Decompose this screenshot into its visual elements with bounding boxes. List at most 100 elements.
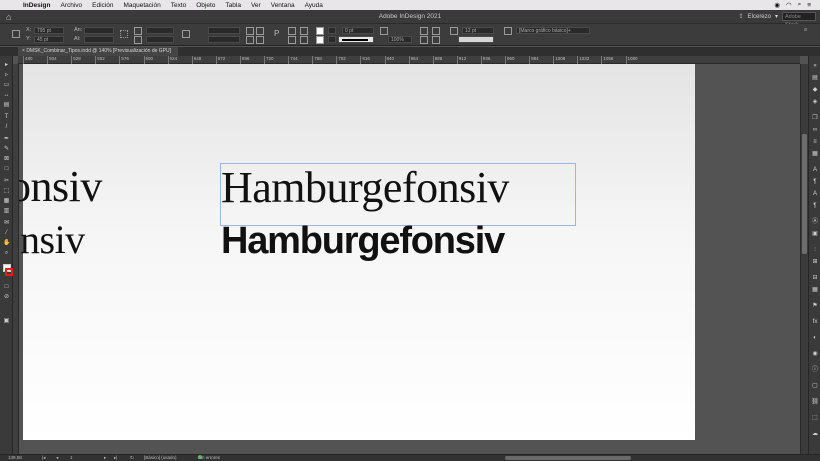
scale-x-field[interactable]: [146, 27, 174, 34]
content-collector-icon[interactable]: ▤: [3, 102, 10, 109]
menu-archivo[interactable]: Archivo: [55, 2, 87, 9]
rotate-cw-icon[interactable]: [246, 27, 254, 35]
scale-y-field[interactable]: [146, 36, 174, 43]
y-field[interactable]: 45 pt: [34, 36, 64, 43]
height-field[interactable]: [84, 36, 114, 43]
serif-specimen-text[interactable]: Hamburgefonsiv: [221, 166, 509, 210]
gutter-icon[interactable]: [450, 27, 458, 35]
screen-mode-icon[interactable]: ▣: [3, 318, 10, 325]
hyperlinks-icon[interactable]: ⛓: [811, 398, 819, 406]
vertical-scrollbar[interactable]: [800, 64, 808, 454]
stroke-color-icon[interactable]: [5, 268, 13, 276]
vertical-scrollbar-thumb[interactable]: [802, 134, 807, 254]
selection-tool-icon[interactable]: ▸: [3, 62, 10, 69]
menu-edicion[interactable]: Edición: [87, 2, 118, 9]
fitting-icon-2[interactable]: [432, 27, 440, 35]
last-page-icon[interactable]: ▸|: [114, 455, 117, 461]
left-serif-text[interactable]: onsiv: [19, 165, 102, 209]
stroke-icon[interactable]: ≡: [811, 138, 819, 146]
gradient-tool-icon[interactable]: ▦: [3, 198, 10, 205]
menu-ver[interactable]: Ver: [246, 2, 266, 9]
fill-dropdown[interactable]: [328, 27, 336, 34]
base-style-label[interactable]: [Básico] (usado): [144, 455, 177, 461]
select-container-icon[interactable]: [288, 27, 296, 35]
zoom-field[interactable]: 139,58: [8, 455, 22, 461]
stroke-weight-field[interactable]: 0 pt: [342, 27, 374, 34]
rectangle-frame-tool-icon[interactable]: ⊠: [3, 156, 10, 163]
menu-tabla[interactable]: Tabla: [220, 2, 246, 9]
horizontal-ruler[interactable]: 480 504 528 552 576 600 624 648 672 696 720 744 768 7…: [18, 56, 800, 64]
type-tool-icon[interactable]: T: [3, 114, 10, 121]
select-prev-icon[interactable]: [288, 36, 296, 44]
prev-page-icon[interactable]: ◂: [56, 455, 58, 461]
effects-icon[interactable]: fx: [811, 318, 819, 326]
page-field[interactable]: 1: [70, 455, 73, 461]
left-serif-text-2[interactable]: nsiv: [20, 220, 85, 260]
gradient-feather-tool-icon[interactable]: ▥: [3, 208, 10, 215]
flip-h-icon[interactable]: [246, 36, 254, 44]
menu-ayuda[interactable]: Ayuda: [300, 2, 328, 9]
menu-objeto[interactable]: Objeto: [191, 2, 220, 9]
chevron-down-icon[interactable]: ▾: [775, 13, 778, 20]
align-icon[interactable]: ⫶: [811, 246, 819, 254]
text-wrap-icon[interactable]: ▣: [811, 230, 819, 238]
select-content-icon[interactable]: [300, 27, 308, 35]
note-tool-icon[interactable]: ✉: [3, 220, 10, 227]
paragraph-icon[interactable]: ¶: [811, 178, 819, 186]
apply-none-icon[interactable]: ⊘: [3, 294, 10, 301]
glyphs-icon[interactable]: Ⓐ: [811, 218, 819, 226]
adobe-stock-search[interactable]: Adobe Stock: [782, 12, 816, 28]
fitting-icon[interactable]: [420, 27, 428, 35]
zoom-tool-icon[interactable]: ⌕: [3, 250, 10, 257]
scissors-tool-icon[interactable]: ✂: [3, 178, 10, 185]
cell-styles-icon[interactable]: ▦: [811, 286, 819, 294]
document-tab[interactable]: × DMSK_Combinar_Tipos.indd @ 140% [Previ…: [18, 47, 178, 56]
character-icon[interactable]: A: [811, 166, 819, 174]
next-page-icon[interactable]: ▸: [104, 455, 106, 461]
menu-ventana[interactable]: Ventana: [266, 2, 300, 9]
collapse-panels-icon[interactable]: «: [811, 62, 819, 70]
scale-y-icon[interactable]: [134, 36, 142, 44]
scale-link-icon[interactable]: [182, 30, 190, 38]
stroke-type-dropdown[interactable]: [338, 36, 374, 43]
corner-field[interactable]: [458, 36, 494, 43]
workspace-user[interactable]: Elcerezo: [748, 14, 771, 20]
hand-tool-icon[interactable]: ✋: [3, 240, 10, 247]
layers-icon[interactable]: ◆: [811, 86, 819, 94]
paragraph-styles-icon[interactable]: ¶: [811, 202, 819, 210]
table-icon[interactable]: ⊟: [811, 274, 819, 282]
reference-point-icon[interactable]: [12, 30, 20, 38]
pages-icon[interactable]: ❐: [811, 114, 819, 122]
stroke-dropdown[interactable]: [328, 36, 336, 43]
pencil-tool-icon[interactable]: ✎: [3, 146, 10, 153]
rotate-ccw-icon[interactable]: [256, 27, 264, 35]
direct-selection-tool-icon[interactable]: ▹: [3, 72, 10, 79]
object-style-dropdown[interactable]: [Marco gráfico básico]+: [516, 27, 590, 34]
opacity-icon[interactable]: [380, 27, 388, 35]
object-style-icon[interactable]: [504, 27, 512, 35]
free-transform-tool-icon[interactable]: ⬚: [3, 188, 10, 195]
x-field[interactable]: 795 pt: [34, 27, 64, 34]
character-styles-icon[interactable]: A: [811, 190, 819, 198]
rectangle-tool-icon[interactable]: □: [3, 166, 10, 173]
document-canvas[interactable]: onsiv nsiv Hamburgefonsiv Hamburgefonsiv: [19, 64, 800, 454]
menu-app-name[interactable]: InDesign: [18, 2, 55, 9]
gradient-icon[interactable]: ◐: [811, 334, 819, 342]
scale-x-icon[interactable]: [134, 27, 142, 35]
document-page[interactable]: onsiv nsiv Hamburgefonsiv Hamburgefonsiv: [19, 64, 695, 440]
horizontal-scrollbar-thumb[interactable]: [505, 456, 631, 460]
first-page-icon[interactable]: |◂: [42, 455, 45, 461]
cc-icon[interactable]: ◉: [771, 1, 783, 9]
stroke-swatch-icon[interactable]: [316, 36, 324, 44]
wrap-icon[interactable]: [420, 36, 428, 44]
swatches-icon[interactable]: ▦: [811, 150, 819, 158]
menu-texto[interactable]: Texto: [166, 2, 192, 9]
page-tool-icon[interactable]: ▭: [3, 82, 10, 89]
fill-swatch-icon[interactable]: [316, 27, 324, 35]
pathfinder-icon[interactable]: ⊞: [811, 258, 819, 266]
formatting-container-icon[interactable]: □: [3, 284, 10, 291]
select-next-icon[interactable]: [300, 36, 308, 44]
properties-icon[interactable]: ▤: [811, 74, 819, 82]
spread-icon[interactable]: ↻: [130, 455, 134, 461]
paragraph-p-icon[interactable]: P: [274, 30, 279, 38]
